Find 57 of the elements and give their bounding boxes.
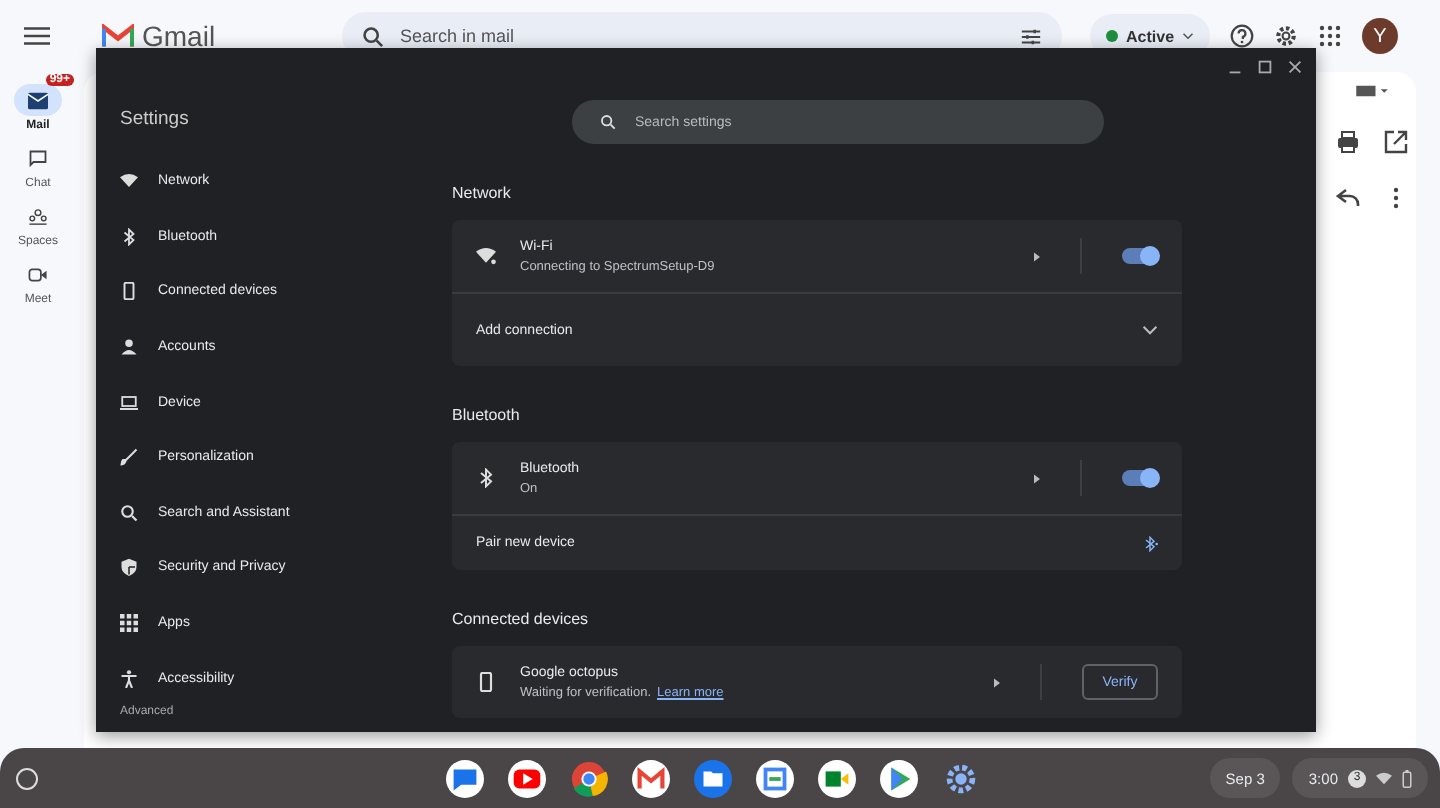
- laptop-icon: [120, 393, 138, 412]
- bluetooth-search-icon[interactable]: [1142, 535, 1158, 551]
- wifi-icon: [120, 172, 138, 191]
- accessibility-icon: [120, 669, 138, 688]
- close-icon[interactable]: [1286, 57, 1304, 75]
- calendar-app-icon[interactable]: [756, 759, 795, 797]
- reply-icon[interactable]: [1336, 186, 1360, 210]
- brush-icon: [120, 448, 138, 467]
- browser-app-icon[interactable]: [570, 759, 609, 797]
- play-triangle-app-icon[interactable]: [880, 759, 919, 797]
- play-button-app-icon[interactable]: [508, 759, 547, 797]
- chat-icon: [28, 149, 48, 167]
- video-camera-icon: [28, 265, 48, 283]
- phone-icon: [476, 672, 496, 692]
- section-heading: Connected devices: [452, 610, 591, 628]
- gear-app-icon[interactable]: [942, 759, 981, 797]
- maximize-icon[interactable]: [1256, 57, 1274, 75]
- arrow-right-icon[interactable]: [1034, 251, 1040, 261]
- launcher-button[interactable]: [16, 767, 38, 789]
- arrow-right-icon[interactable]: [994, 677, 1000, 687]
- bluetooth-icon: [476, 468, 496, 488]
- toggle-switch[interactable]: [1122, 470, 1158, 486]
- help-icon[interactable]: [1230, 24, 1255, 48]
- toggle-switch[interactable]: [1122, 248, 1158, 264]
- avatar[interactable]: Y: [1362, 18, 1399, 54]
- person-icon: [120, 338, 138, 357]
- arrow-right-icon[interactable]: [1034, 473, 1040, 483]
- open-in-new-window-icon[interactable]: [1384, 130, 1408, 154]
- folder-app-icon[interactable]: [694, 759, 733, 797]
- apps-grid-icon[interactable]: [1318, 24, 1343, 48]
- section-heading: Network: [452, 184, 513, 202]
- caret-down-icon: [1182, 32, 1195, 40]
- search-icon: [599, 114, 615, 130]
- keyboard-icon[interactable]: [1356, 84, 1388, 98]
- mail-icon: [28, 91, 48, 109]
- grid-icon: [120, 614, 138, 633]
- video-camera-app-icon[interactable]: [818, 759, 857, 797]
- filter-icon[interactable]: [1020, 25, 1042, 47]
- wifi-icon: [1376, 771, 1392, 785]
- search-input[interactable]: Search in mail: [400, 26, 1004, 46]
- search-icon: [362, 25, 384, 47]
- section-heading: Bluetooth: [452, 406, 522, 424]
- bluetooth-icon: [120, 227, 138, 246]
- search-icon: [120, 503, 138, 522]
- shield-icon: [120, 558, 138, 577]
- people-icon: [28, 207, 48, 225]
- phone-icon: [120, 282, 138, 301]
- menu-icon[interactable]: [24, 26, 50, 46]
- print-icon[interactable]: [1336, 130, 1360, 154]
- wifi-icon: [476, 246, 496, 266]
- app-name: Gmail: [142, 20, 216, 52]
- chat-bubble-app-icon[interactable]: [446, 759, 485, 797]
- mail-app-icon[interactable]: [632, 759, 671, 797]
- battery-icon: [1402, 769, 1412, 787]
- chevron-down-icon[interactable]: [1142, 322, 1158, 338]
- settings-icon[interactable]: [1274, 24, 1299, 48]
- settings-title: Settings: [120, 108, 191, 130]
